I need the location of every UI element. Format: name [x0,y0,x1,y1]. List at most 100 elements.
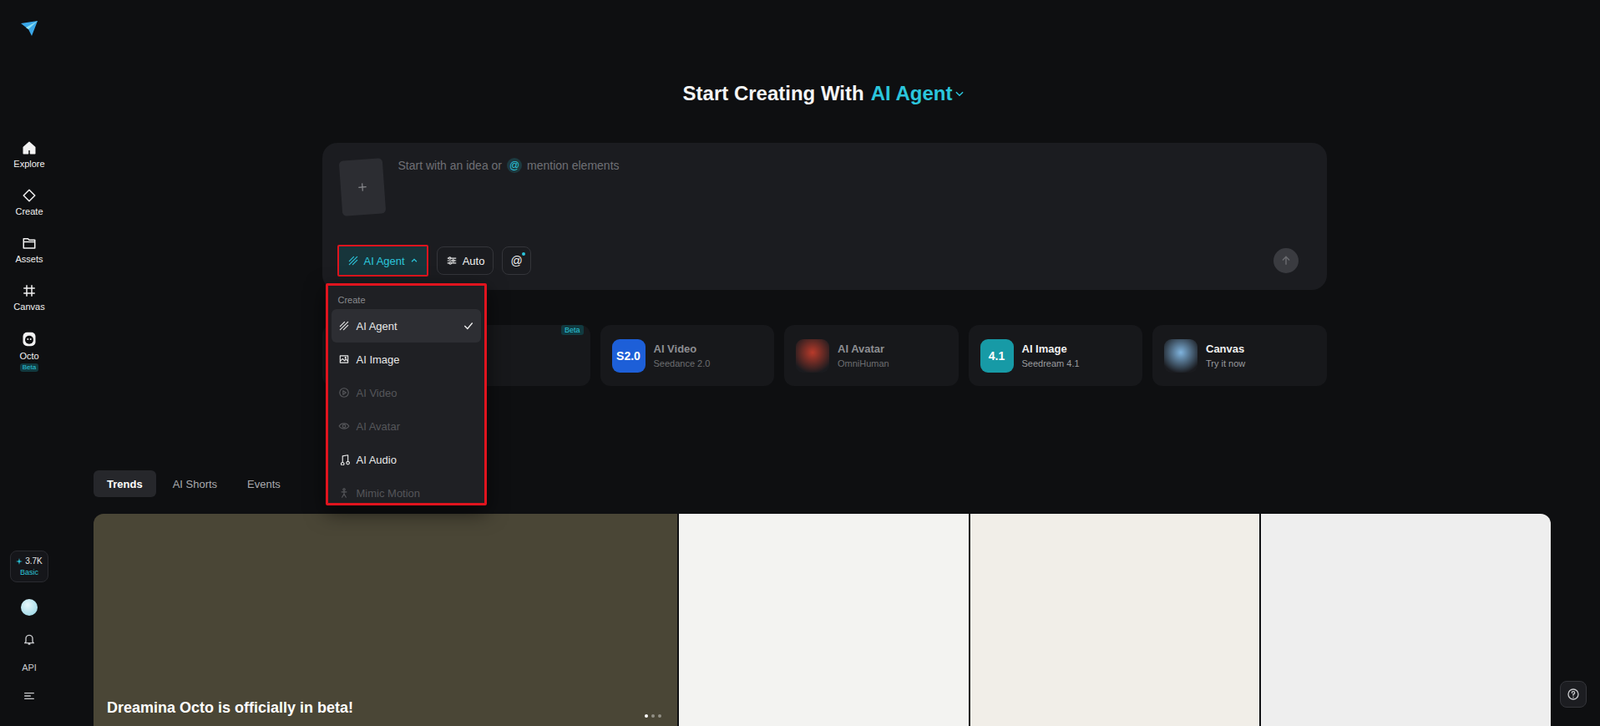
nav-icon [21,140,37,156]
model-picture-icon [795,339,830,373]
side-nav: Explore Create Assets Canvas OctoBeta [4,140,55,372]
card-subtitle: OmniHuman [837,358,890,369]
plus-icon [355,181,369,194]
bell-icon[interactable] [22,632,36,646]
gallery-tile[interactable] [970,513,1261,726]
credits-plan: Basic [20,567,39,577]
sidebar-item[interactable]: Assets [4,235,55,265]
question-icon [1566,687,1580,701]
feed-tabs: TrendsAI ShortsEvents [93,470,1551,497]
shortcut-card[interactable]: S2.0 AI Video Seedance 2.0 [600,324,775,386]
prompt-box: Start with an idea or@mention elementsAI… [322,142,1327,290]
feed-tab[interactable]: Events [233,470,294,497]
carousel-dot[interactable] [651,713,655,718]
feed-tab[interactable]: AI Shorts [159,470,231,497]
chevron-up-icon [410,256,419,265]
menu-icon[interactable] [22,688,36,703]
card-title: Canvas [1205,342,1246,355]
hero-section: Start Creating WithAI Agent Start with a… [58,0,1600,386]
hero-title: Start Creating WithAI Agent [322,80,1327,107]
card-subtitle: Try it now [1205,358,1246,369]
carousel-dot[interactable] [658,713,662,718]
sidebar-label: Explore [13,158,45,170]
card-title: AI Avatar [837,342,890,355]
gallery-tile[interactable] [678,513,969,726]
mention-chip: @ [506,157,522,173]
prompt-toolbar: AI AgentCreateAI AgentAI ImageAI VideoAI… [337,244,1312,277]
api-link[interactable]: API [21,662,37,673]
menu-item[interactable]: AI Audio [331,442,482,476]
agent-icon [347,254,360,267]
hero-prefix: Start Creating With [683,80,865,107]
card-title: AI Video [653,342,711,355]
carousel-dots [644,713,662,718]
menu-item-label: AI Image [356,353,475,366]
mode-icon [338,453,350,466]
menu-item[interactable]: AI Image [331,342,482,376]
sidebar-item[interactable]: Explore [4,140,55,170]
mode-icon [338,319,350,332]
menu-item: AI Avatar [331,409,482,443]
menu-item-label: AI Video [356,386,475,400]
sidebar-label: Canvas [13,301,45,313]
placeholder-end: mention elements [526,156,620,174]
menu-item-label: AI Agent [356,319,456,333]
check-icon [462,319,475,332]
menu-item: Mimic Motion [331,475,482,506]
sidebar-label: Assets [15,253,43,265]
menu-item-label: AI Audio [356,453,475,466]
nav-icon [21,235,37,251]
mode-icon [338,486,350,499]
sidebar-item[interactable]: Canvas [4,283,55,313]
sliders-icon [445,254,458,267]
sidebar-item[interactable]: OctoBeta [4,330,55,372]
menu-item: AI Video [331,375,482,410]
arrow-up-icon [1280,254,1292,267]
shortcut-card[interactable]: AI Avatar OmniHuman [784,324,959,386]
user-avatar[interactable] [20,598,38,616]
card-subtitle: Seedance 2.0 [653,358,711,369]
gallery-tile[interactable]: Dreamina Octo is officially in beta! [93,513,678,726]
octo-icon [20,330,38,348]
hero-mode-select[interactable]: AI Agent [870,80,967,107]
sidebar-item[interactable]: Create [4,187,55,218]
gallery: Dreamina Octo is officially in beta! [93,513,1551,726]
add-reference-button[interactable] [338,157,385,216]
mode-menu: Create AI Agent AI Image AI Video AI Avatar A… [325,283,487,506]
send-button [1273,248,1299,274]
placeholder-start: Start with an idea or [398,156,503,174]
settings-label: Auto [462,254,486,268]
card-subtitle: Seedream 4.1 [1022,358,1080,369]
card-title: AI Image [1022,342,1080,355]
sidebar-label: Octo [19,350,39,362]
feed-tab[interactable]: Trends [93,470,157,497]
mention-button[interactable]: @ [501,246,531,275]
credits-amount: 3.7K [25,556,43,566]
sidebar-bottom: 3.7KBasic API [10,550,49,703]
carousel-dot[interactable] [644,713,649,718]
feed-section: TrendsAI ShortsEvents Dreamina Octo is of… [58,470,1600,726]
tile-caption: Dreamina Octo is officially in beta! [106,698,354,717]
menu-item[interactable]: AI Agent [331,308,482,343]
settings-button[interactable]: Auto [436,246,495,275]
shortcut-card[interactable]: 4.1AI ImageSeedream 4.1 [968,324,1144,386]
sidebar: Explore Create Assets Canvas OctoBeta 3.7KBas… [0,0,59,726]
mention-label: @ [510,253,522,268]
gallery-tile[interactable] [1260,513,1551,726]
sidebar-label: Create [15,206,43,218]
beta-badge: Beta [20,363,39,372]
credits-badge[interactable]: 3.7KBasic [10,550,49,583]
chevron-down-icon [953,87,966,100]
prompt-input[interactable]: Start with an idea or@mention elements [398,156,620,174]
mode-icon [338,353,350,365]
menu-header: Create [331,290,482,309]
shortcut-card[interactable]: Canvas Try it now [1152,324,1327,386]
nav-icon [21,283,37,299]
dreamina-logo-icon[interactable] [17,16,41,41]
mode-button[interactable]: AI Agent [337,244,429,277]
model-picture-icon [1164,339,1198,373]
mode-icon [338,386,350,399]
app-root: Explore Create Assets Canvas OctoBeta 3.7KBas… [0,0,1600,726]
model-logo-icon: S2.0 [612,339,646,373]
help-button[interactable] [1559,680,1587,708]
